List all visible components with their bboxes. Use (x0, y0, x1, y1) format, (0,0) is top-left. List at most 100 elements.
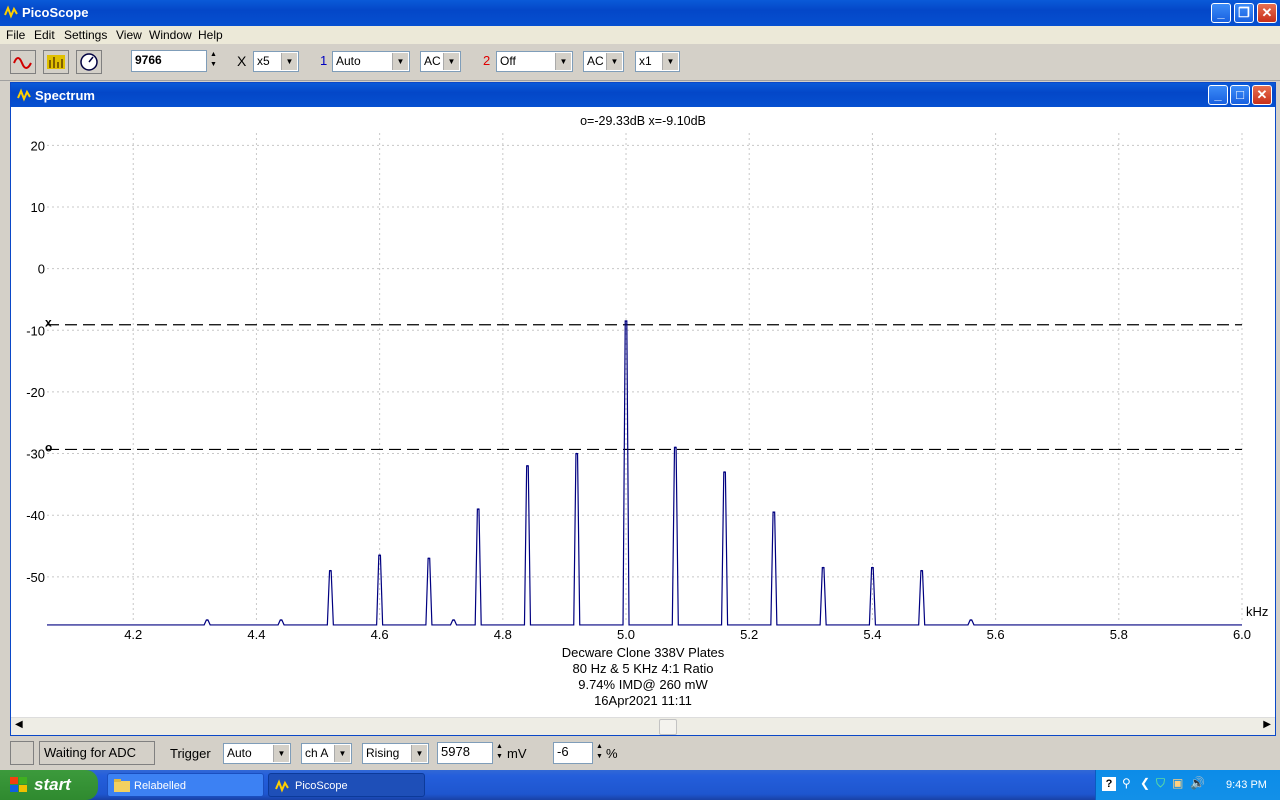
pretrigger-spinner[interactable]: ▲ ▼ (594, 742, 605, 764)
trigger-unit: mV (507, 746, 527, 761)
trigger-mode-select[interactable]: Auto ▼ (223, 743, 291, 764)
peak-point-9 (625, 320, 627, 322)
marker-symbol-x: x (45, 316, 52, 330)
scope-view-button[interactable] (10, 50, 36, 74)
spectrum-titlebar[interactable]: Spectrum _ □ ✕ (11, 83, 1275, 107)
ch2-range-select[interactable]: Off ▼ (496, 51, 573, 72)
task-relabelled-label: Relabelled (134, 780, 186, 792)
ch2-coupling-select[interactable]: AC ▼ (583, 51, 624, 72)
start-button[interactable]: start (0, 770, 98, 800)
ch2-coupling-value: AC (587, 54, 604, 68)
display-icon[interactable]: ▣ (1172, 776, 1183, 790)
spectrum-window[interactable]: Spectrum _ □ ✕ o=-29.33dB x=-9.10dB 4.2 4… (10, 82, 1276, 736)
y-tick-label: 20 (31, 138, 45, 153)
x-tick-label: 5.6 (987, 627, 1005, 642)
peak-point-0 (206, 619, 208, 621)
spectrum-bars-icon (47, 55, 65, 69)
annotation-line-1: Decware Clone 338V Plates (562, 645, 725, 660)
y-tick-label: -50 (26, 570, 45, 585)
ch2-mult-select[interactable]: x1 ▼ (635, 51, 680, 72)
x-tick-label: 4.6 (371, 627, 389, 642)
trigger-edge-select[interactable]: Rising ▼ (362, 743, 429, 764)
peak-point-7 (526, 465, 529, 467)
menu-window[interactable]: Window (149, 28, 192, 42)
chevron-left-icon[interactable]: ❮ (1140, 776, 1150, 790)
ch2-range-value: Off (500, 54, 516, 68)
chevron-down-icon: ▼ (411, 745, 427, 762)
menu-edit[interactable]: Edit (34, 28, 55, 42)
peak-point-15 (920, 569, 923, 572)
menu-help[interactable]: Help (198, 28, 223, 42)
trigger-channel-value: ch A (305, 746, 329, 760)
spectrum-close-button[interactable]: ✕ (1252, 85, 1272, 105)
x-tick-label: 5.8 (1110, 627, 1128, 642)
samples-spinner[interactable]: ▲ ▼ (208, 50, 219, 72)
toolbar: 9766 ▲ ▼ X x5 ▼ 1 Auto ▼ AC ▼ 2 Off ▼ AC ▼ x1 ▼ (0, 44, 1280, 81)
restore-button[interactable]: ❐ (1234, 3, 1254, 23)
taskbar: start Relabelled PicoScope ? ⚲ ❮ ⛉ ▣ 🔊 9… (0, 770, 1280, 800)
windows-logo-icon (10, 777, 27, 792)
spectrum-minimize-button[interactable]: _ (1208, 85, 1228, 105)
help-icon[interactable]: ? (1102, 777, 1116, 791)
app-titlebar[interactable]: PicoScope _ ❐ ✕ (0, 0, 1280, 26)
meter-view-button[interactable] (76, 50, 102, 74)
menu-bar: File Edit Settings View Window Help (0, 26, 1280, 44)
horizontal-scrollbar[interactable]: ◀ ▶ (11, 717, 1275, 735)
peak-point-13 (822, 566, 824, 569)
peak-point-3 (378, 554, 381, 557)
pretrigger-input[interactable]: -6 (553, 742, 593, 764)
spectrum-chart[interactable]: o=-29.33dB x=-9.10dB 4.2 4.4 4.6 4.8 5.0 5.2 5… (11, 107, 1275, 719)
y-tick-label: -40 (26, 508, 45, 523)
folder-icon (114, 779, 130, 792)
task-picoscope[interactable]: PicoScope (268, 773, 425, 797)
trigger-level-spinner[interactable]: ▲ ▼ (494, 742, 505, 764)
annotation-line-4: 16Apr2021 11:11 (594, 693, 692, 708)
peak-point-11 (723, 471, 726, 473)
app-title: PicoScope (22, 5, 89, 20)
zoom-value: x5 (257, 54, 270, 68)
chevron-down-icon: ▼ (443, 53, 459, 70)
ch1-coupling-value: AC (424, 54, 441, 68)
chevron-down-icon: ▼ (273, 745, 289, 762)
task-relabelled[interactable]: Relabelled (107, 773, 264, 797)
close-button[interactable]: ✕ (1257, 3, 1277, 23)
menu-file[interactable]: File (6, 28, 25, 42)
scroll-thumb[interactable] (659, 719, 677, 735)
trigger-edge-value: Rising (366, 746, 400, 760)
spectrum-view-button[interactable] (43, 50, 69, 74)
meter-gauge-icon (80, 53, 98, 71)
trigger-level-input[interactable]: 5978 (437, 742, 493, 764)
minimize-button[interactable]: _ (1211, 3, 1231, 23)
trigger-mode-value: Auto (227, 746, 252, 760)
chevron-down-icon: ▼ (662, 53, 678, 70)
clock[interactable]: 9:43 PM (1226, 779, 1267, 791)
annotation-line-2: 80 Hz & 5 KHz 4:1 Ratio (573, 661, 714, 676)
volume-icon[interactable]: 🔊 (1190, 776, 1205, 790)
x-tick-label: 5.0 (617, 627, 635, 642)
security-icon[interactable]: ⛉ (1156, 776, 1165, 791)
zoom-select[interactable]: x5 ▼ (253, 51, 299, 72)
samples-input[interactable]: 9766 (131, 50, 207, 72)
ch1-number: 1 (320, 53, 328, 68)
trigger-channel-select[interactable]: ch A ▼ (301, 743, 352, 764)
spectrum-title: Spectrum (35, 88, 95, 103)
scroll-right-icon[interactable]: ▶ (1263, 719, 1271, 730)
go-button[interactable] (10, 741, 34, 765)
spectrum-maximize-button[interactable]: □ (1230, 85, 1250, 105)
scroll-left-icon[interactable]: ◀ (15, 719, 23, 730)
chart-grid (47, 133, 1243, 620)
network-icon[interactable]: ⚲ (1122, 776, 1131, 790)
annotation-line-3: 9.74% IMD@ 260 mW (578, 677, 708, 692)
y-tick-label: -10 (26, 323, 45, 338)
peak-point-6 (477, 508, 479, 510)
ch1-range-select[interactable]: Auto ▼ (332, 51, 410, 72)
menu-settings[interactable]: Settings (64, 28, 107, 42)
ch1-coupling-select[interactable]: AC ▼ (420, 51, 461, 72)
peak-point-1 (280, 619, 282, 621)
x-axis-ticks: 4.2 4.4 4.6 4.8 5.0 5.2 5.4 5.6 5.8 6.0 (124, 627, 1251, 642)
picoscope-icon (4, 5, 18, 19)
y-tick-label: 10 (31, 200, 45, 215)
chevron-down-icon: ▼ (392, 53, 408, 70)
scope-wave-icon (13, 57, 32, 69)
menu-view[interactable]: View (116, 28, 142, 42)
